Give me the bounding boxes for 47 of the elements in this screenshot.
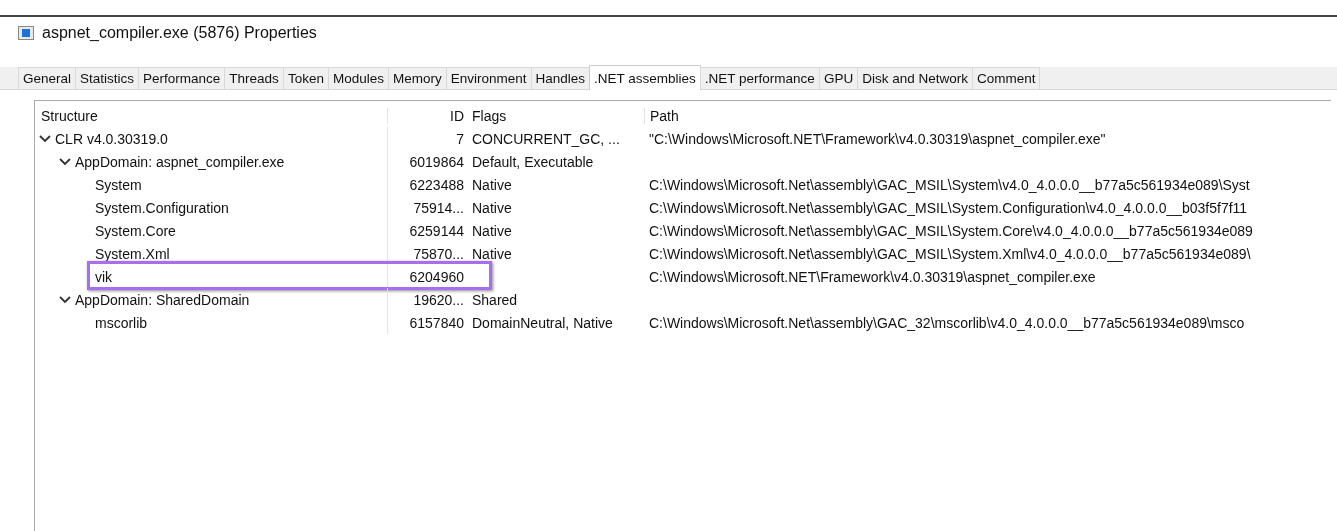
path-cell: C:\Windows\Microsoft.Net\assembly\GAC_MSIL\System.Xml\v4.0_4.0.0.0__b77a5c561934e089\ <box>649 245 1251 262</box>
expand-chevron-icon[interactable] <box>39 134 51 143</box>
flags-cell: Shared <box>472 291 518 308</box>
id-cell: 6019864 <box>409 153 464 170</box>
window-title: aspnet_compiler.exe (5876) Properties <box>42 24 317 42</box>
column-header[interactable]: Flags <box>468 107 644 124</box>
path-cell: C:\Windows\Microsoft.Net\assembly\GAC_MSIL\System\v4.0_4.0.0.0__b77a5c561934e089\Syst <box>649 176 1250 193</box>
flags-cell: Native <box>472 245 512 262</box>
flags-cell: Native <box>472 199 512 216</box>
tab[interactable]: .NET performance <box>699 67 820 89</box>
path-cell: C:\Windows\Microsoft.Net\assembly\GAC_MSIL\System.Configuration\v4.0_4.0.0.0__b03f5f7f11 <box>649 199 1248 216</box>
expand-chevron-icon[interactable] <box>59 157 71 166</box>
id-cell: 6259144 <box>409 222 464 239</box>
tab[interactable]: Memory <box>387 67 447 89</box>
tab[interactable]: General <box>18 67 77 89</box>
flags-cell: Native <box>472 222 512 239</box>
tree-item-label[interactable]: CLR v4.0.30319.0 <box>55 130 168 147</box>
id-cell: 6204960 <box>409 268 464 285</box>
id-cell: 6223488 <box>409 176 464 193</box>
path-cell: C:\Windows\Microsoft.Net\assembly\GAC_MSIL\System.Core\v4.0_4.0.0.0__b77a5c561934e089 <box>649 222 1253 239</box>
path-cell: C:\Windows\Microsoft.NET\Framework\v4.0.30319\aspnet_compiler.exe <box>649 268 1096 285</box>
column-header[interactable]: Structure <box>35 107 387 124</box>
tree-item-label[interactable]: System.Xml <box>95 245 170 262</box>
id-cell: 75870... <box>413 245 464 262</box>
flags-cell: Default, Executable <box>472 153 594 170</box>
tab[interactable]: Comment <box>971 67 1041 89</box>
path-cell: "C:\Windows\Microsoft.NET\Framework\v4.0.30319\aspnet_compiler.exe" <box>649 130 1106 147</box>
path-cell: C:\Windows\Microsoft.Net\assembly\GAC_32\mscorlib\v4.0_4.0.0.0__b77a5c561934e089\msco <box>649 314 1245 331</box>
tree-item-label[interactable]: AppDomain: aspnet_compiler.exe <box>75 153 285 170</box>
id-cell: 6157840 <box>409 314 464 331</box>
window-icon <box>18 26 34 40</box>
tree-item-label[interactable]: mscorlib <box>95 314 148 331</box>
column-header[interactable]: Path <box>644 107 679 124</box>
tree-item-label[interactable]: System.Configuration <box>95 199 229 216</box>
tree-item-label[interactable]: vik <box>95 268 113 285</box>
tree-item-label[interactable]: AppDomain: SharedDomain <box>75 291 250 308</box>
tree-item-label[interactable]: System.Core <box>95 222 176 239</box>
expand-chevron-icon[interactable] <box>59 295 71 304</box>
flags-cell: CONCURRENT_GC, ... <box>472 130 620 147</box>
tree-item-label[interactable]: System <box>95 176 142 193</box>
id-cell: 7 <box>456 130 464 147</box>
column-header[interactable]: ID <box>387 107 468 124</box>
flags-cell: DomainNeutral, Native <box>472 314 613 331</box>
flags-cell: Native <box>472 176 512 193</box>
id-cell: 75914... <box>413 199 464 216</box>
id-cell: 19620... <box>413 291 464 308</box>
tab[interactable]: .NET assemblies <box>589 65 701 90</box>
